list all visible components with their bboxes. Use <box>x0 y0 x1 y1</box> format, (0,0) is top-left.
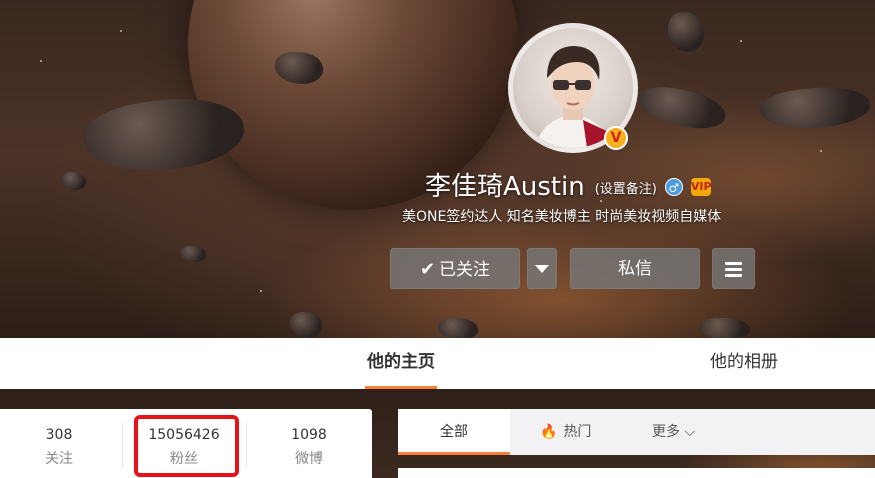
checkmark-icon: ✔ <box>419 259 436 280</box>
profile-tab-bar: 他的主页 他的相册 <box>0 338 875 389</box>
highlight-annotation-box <box>134 415 239 477</box>
stat-posts[interactable]: 1098 微博 <box>254 427 364 468</box>
divider <box>246 423 247 467</box>
verified-badge-icon: V <box>604 126 628 150</box>
cover-asteroid <box>290 312 322 338</box>
feed-card-top <box>398 468 875 478</box>
male-gender-icon: ♂ <box>664 177 683 196</box>
cover-star <box>820 150 822 152</box>
chevron-down-icon: ⌵ <box>684 424 696 440</box>
feed-tab-hot[interactable]: 🔥 热门 <box>540 409 591 455</box>
cover-star <box>40 60 42 62</box>
divider <box>122 423 123 467</box>
stat-value: 1098 <box>291 427 327 443</box>
profile-description: 美ONE签约达人 知名美妆博主 时尚美妆视频自媒体 <box>402 209 722 225</box>
feed-tab-more[interactable]: 更多 ⌵ <box>652 409 695 455</box>
cover-asteroid <box>62 172 86 190</box>
stat-label: 关注 <box>45 451 73 467</box>
tab-home[interactable]: 他的主页 <box>365 338 437 389</box>
cover-asteroid <box>180 246 206 262</box>
feed-filter-bar: 全部 🔥 热门 更多 ⌵ <box>398 409 875 455</box>
more-menu-button[interactable] <box>712 248 755 289</box>
cover-asteroid <box>668 12 704 52</box>
profile-name-row: 李佳琦Austin (设置备注) ♂ VIP <box>425 166 712 203</box>
cover-asteroid <box>438 318 478 338</box>
feed-tab-hot-label: 热门 <box>563 424 592 440</box>
tab-album[interactable]: 他的相册 <box>710 338 778 389</box>
stat-following[interactable]: 308 关注 <box>4 427 114 468</box>
cover-asteroid <box>700 318 750 338</box>
cover-asteroid <box>758 82 872 134</box>
followed-button[interactable]: ✔ 已关注 <box>390 248 520 289</box>
cover-star <box>260 290 262 292</box>
feed-tab-all[interactable]: 全部 <box>398 409 510 455</box>
vip-crown-icon[interactable]: VIP <box>690 177 712 196</box>
cover-star <box>740 40 742 42</box>
stat-label: 微博 <box>295 451 323 467</box>
stat-value: 308 <box>45 427 73 443</box>
message-button[interactable]: 私信 <box>570 248 700 289</box>
follow-dropdown-button[interactable] <box>527 248 557 289</box>
profile-name: 李佳琦Austin <box>425 172 585 202</box>
fire-icon: 🔥 <box>540 424 558 440</box>
cover-asteroid <box>635 82 729 134</box>
followed-label: 已关注 <box>439 260 491 280</box>
caret-down-icon <box>535 265 549 273</box>
cover-star <box>120 30 122 32</box>
set-remark-link[interactable]: (设置备注) <box>595 178 657 197</box>
hamburger-icon <box>725 259 742 280</box>
feed-tab-more-label: 更多 <box>652 424 680 440</box>
